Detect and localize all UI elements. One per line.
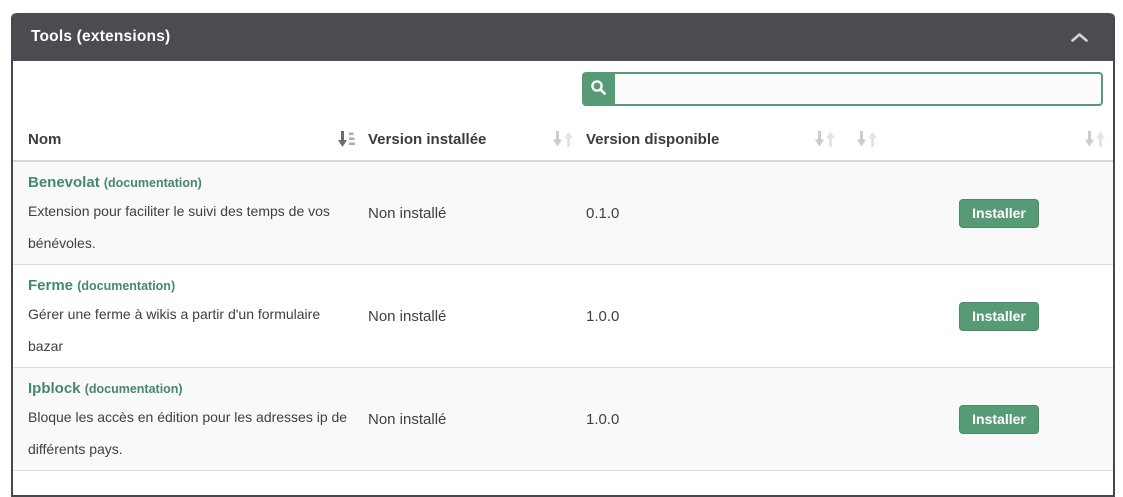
sort-both-icon <box>553 131 573 147</box>
search-icon <box>590 79 607 99</box>
extensions-panel: Tools (extensions) <box>11 13 1115 497</box>
panel-title: Tools (extensions) <box>31 28 170 46</box>
extension-description: Bloque les accès en édition pour les adr… <box>28 401 354 465</box>
panel-bottom-space <box>13 471 1113 495</box>
installed-version: Non installé <box>360 161 578 265</box>
column-header-empty-1[interactable] <box>840 117 885 161</box>
extensions-search-input[interactable] <box>615 72 1103 106</box>
search-button[interactable] <box>582 72 615 106</box>
installed-version: Non installé <box>360 265 578 368</box>
extension-description: Extension pour faciliter le suivi des te… <box>28 195 354 259</box>
search-section <box>13 61 1113 117</box>
column-header-version-disponible[interactable]: Version disponible <box>578 117 840 161</box>
chevron-up-icon[interactable] <box>1070 32 1089 43</box>
search-group <box>582 72 1103 106</box>
documentation-link[interactable]: (documentation) <box>104 176 202 190</box>
install-button[interactable]: Installer <box>959 302 1039 331</box>
table-row: Ferme (documentation) Gérer une ferme à … <box>13 265 1113 368</box>
column-header-actions[interactable] <box>885 117 1113 161</box>
sort-amount-asc-icon <box>338 131 355 147</box>
install-button[interactable]: Installer <box>959 199 1039 228</box>
extension-name: Ipblock <box>28 380 81 397</box>
sort-both-icon <box>857 131 877 147</box>
column-header-version-installee[interactable]: Version installée <box>360 117 578 161</box>
documentation-link[interactable]: (documentation) <box>85 382 183 396</box>
install-button[interactable]: Installer <box>959 405 1039 434</box>
column-header-nom[interactable]: Nom <box>13 117 360 161</box>
panel-header[interactable]: Tools (extensions) <box>13 13 1113 61</box>
extension-description: Gérer une ferme à wikis a partir d'un fo… <box>28 298 354 362</box>
available-version: 0.1.0 <box>578 161 840 265</box>
table-header-row: Nom Version installée <box>13 117 1113 161</box>
extension-name: Benevolat <box>28 174 100 191</box>
extension-name: Ferme <box>28 277 73 294</box>
sort-both-icon <box>815 131 835 147</box>
sort-both-icon <box>1085 131 1105 147</box>
available-version: 1.0.0 <box>578 368 840 471</box>
available-version: 1.0.0 <box>578 265 840 368</box>
extensions-table: Nom Version installée <box>13 117 1113 471</box>
installed-version: Non installé <box>360 368 578 471</box>
table-row: Benevolat (documentation) Extension pour… <box>13 161 1113 265</box>
documentation-link[interactable]: (documentation) <box>77 279 175 293</box>
table-row: Ipblock (documentation) Bloque les accès… <box>13 368 1113 471</box>
